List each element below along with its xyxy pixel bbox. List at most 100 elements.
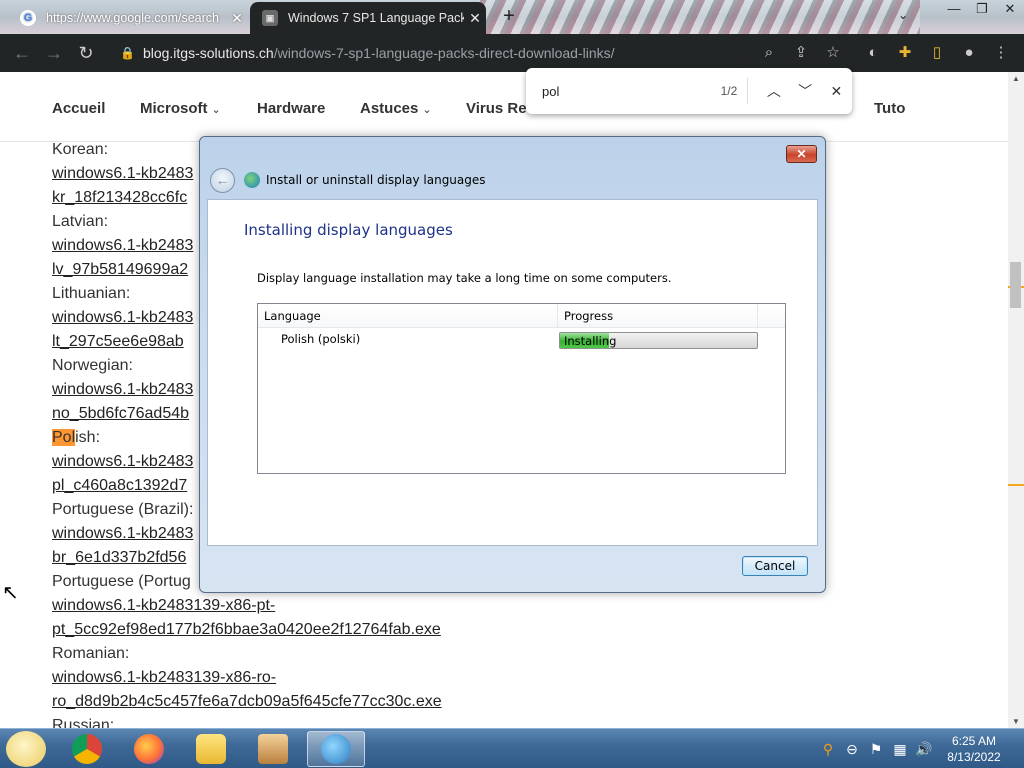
tab-language-packs[interactable]: ▣ Windows 7 SP1 Language Packs ✕: [250, 2, 486, 34]
minimize-icon[interactable]: —: [940, 0, 968, 18]
chevron-down-icon: ⌄: [422, 104, 432, 116]
chevron-down-icon: ⌄: [211, 104, 221, 116]
taskbar-chrome[interactable]: [58, 731, 116, 767]
forward-arrow-icon[interactable]: →: [42, 41, 66, 65]
nav-item-tuto[interactable]: Tuto: [874, 100, 905, 117]
close-window-icon[interactable]: ✕: [996, 0, 1024, 18]
flag-tray-icon[interactable]: ⚑: [864, 741, 888, 758]
find-match-count: 1/2: [720, 84, 738, 98]
mouse-pointer-icon: ↖: [2, 582, 19, 604]
find-next-chevron-down-icon[interactable]: ﹀: [790, 81, 821, 101]
back-arrow-icon[interactable]: ←: [10, 41, 34, 65]
extensions-puzzle-icon[interactable]: ✚: [894, 42, 916, 64]
cancel-button[interactable]: Cancel: [742, 556, 808, 576]
restore-icon[interactable]: ❐: [968, 0, 996, 18]
find-close-icon[interactable]: ✕: [821, 83, 852, 100]
clock-date: 8/13/2022: [947, 750, 1001, 764]
site-favicon-icon: ▣: [262, 10, 278, 26]
users-icon: [196, 734, 226, 764]
download-link[interactable]: windows6.1-kb2483139-x86-pt-: [52, 594, 1002, 618]
progress-bar: Installing: [559, 332, 758, 349]
column-header-progress[interactable]: Progress: [558, 304, 758, 327]
network-tray-icon[interactable]: ▦: [888, 741, 912, 758]
nav-label: Tuto: [874, 100, 906, 117]
install-languages-dialog: ✕ ← Install or uninstall display languag…: [199, 136, 826, 593]
browser-tabstrip: G https://www.google.com/search ✕ ▣ Wind…: [0, 0, 1024, 34]
find-input[interactable]: pol: [542, 84, 698, 99]
find-in-page-icon[interactable]: ⌕: [758, 42, 780, 64]
find-previous-chevron-up-icon[interactable]: ︿: [758, 81, 789, 101]
column-header-language[interactable]: Language: [258, 304, 558, 327]
side-panel-icon[interactable]: ▯: [926, 42, 948, 64]
find-highlight: Pol: [52, 429, 76, 446]
profile-avatar-icon[interactable]: ●: [958, 42, 980, 64]
dialog-description: Display language installation may take a…: [257, 271, 672, 285]
download-link[interactable]: pt_5cc92ef98ed177b2f6bbae3a0420ee2f12764…: [52, 618, 1002, 642]
nav-item-microsoft[interactable]: Microsoft ⌄: [140, 100, 221, 117]
back-arrow-icon[interactable]: ←: [210, 168, 235, 193]
nav-item-hardware[interactable]: Hardware: [257, 100, 325, 117]
dialog-window-title: Install or uninstall display languages: [266, 173, 486, 187]
taskbar-clock[interactable]: 6:25 AM 8/13/2022: [938, 733, 1010, 765]
nav-label: Microsoft: [140, 100, 208, 117]
url-path: /windows-7-sp1-language-packs-direct-dow…: [273, 45, 615, 61]
download-link[interactable]: windows6.1-kb2483139-x86-ro-: [52, 666, 1002, 690]
nav-label: Accueil: [52, 100, 106, 117]
progress-status: Installing: [564, 334, 617, 348]
nav-item-accueil[interactable]: Accueil: [52, 100, 105, 117]
language-progress-list: Language Progress Polish (polski) Instal…: [257, 303, 786, 474]
list-header: Language Progress: [258, 304, 785, 328]
chrome-icon: [72, 734, 102, 764]
nav-item-virus[interactable]: Virus Re: [466, 100, 527, 117]
list-item: Polish (polski) Installing: [258, 329, 785, 351]
scroll-up-arrow-icon[interactable]: ▲: [1012, 74, 1020, 83]
volume-tray-icon[interactable]: 🔊: [912, 741, 936, 758]
nav-label: Hardware: [257, 100, 326, 117]
download-link[interactable]: ro_d8d9b2b4c5c457fe6a7dcb09a5f645cfe77cc…: [52, 690, 1002, 714]
tab-title: https://www.google.com/search: [46, 11, 219, 25]
find-bar: pol 1/2 ︿ ﹀ ✕: [526, 68, 852, 114]
language-installer-icon: [321, 734, 351, 764]
scroll-down-arrow-icon[interactable]: ▼: [1012, 717, 1020, 726]
start-orb-icon[interactable]: [6, 731, 46, 767]
browser-toolbar: ← → ↻ 🔒 blog.itgs-solutions.ch /windows-…: [0, 34, 1024, 72]
desktop-screen: G https://www.google.com/search ✕ ▣ Wind…: [0, 0, 1024, 768]
language-name: Polish (polski): [281, 332, 361, 346]
taskbar-language-installer[interactable]: [307, 731, 365, 767]
reload-icon[interactable]: ↻: [74, 41, 98, 65]
nav-label: Virus Re: [466, 100, 527, 117]
scrollbar-thumb[interactable]: [1010, 262, 1021, 308]
label-text: ish:: [75, 429, 101, 446]
new-tab-button[interactable]: +: [498, 6, 520, 28]
tab-search-chevron-icon[interactable]: ⌄: [898, 8, 908, 22]
dialog-close-button[interactable]: ✕: [786, 145, 817, 163]
windows-taskbar: ⚲ ⊖ ⚑ ▦ 🔊 6:25 AM 8/13/2022: [0, 728, 1024, 768]
site-navigation: Accueil Microsoft ⌄ Hardware Astuces ⌄ Vir…: [0, 72, 1008, 142]
dialog-content: Installing display languages Display lan…: [207, 199, 818, 546]
find-divider: [747, 78, 749, 104]
clock-time: 6:25 AM: [951, 734, 997, 748]
page-scrollbar[interactable]: ▲ ▼: [1008, 72, 1024, 728]
google-g-icon: G: [20, 10, 36, 26]
address-bar[interactable]: 🔒 blog.itgs-solutions.ch /windows-7-sp1-…: [110, 39, 750, 67]
taskbar-package[interactable]: [244, 731, 302, 767]
theme-artwork: [480, 0, 920, 34]
window-controls: — ❐ ✕: [940, 0, 1024, 20]
tab-close-icon[interactable]: ✕: [464, 10, 486, 27]
bookmark-star-icon[interactable]: ☆: [822, 42, 844, 64]
firefox-icon: [134, 734, 164, 764]
tab-title: Windows 7 SP1 Language Packs: [288, 11, 464, 25]
taskbar-firefox[interactable]: [120, 731, 178, 767]
menu-kebab-icon[interactable]: ⋮: [990, 42, 1012, 64]
minus-tray-icon[interactable]: ⊖: [840, 741, 864, 758]
nav-label: Astuces: [360, 100, 419, 117]
nav-item-astuces[interactable]: Astuces ⌄: [360, 100, 432, 117]
flag-extension-icon[interactable]: ◐: [862, 42, 884, 64]
search-tray-icon[interactable]: ⚲: [816, 741, 840, 758]
tab-close-icon[interactable]: ✕: [226, 10, 248, 27]
language-globe-icon: [244, 172, 260, 188]
share-icon[interactable]: ⇪: [790, 42, 812, 64]
package-icon: [258, 734, 288, 764]
tab-google-search[interactable]: G https://www.google.com/search ✕: [8, 2, 248, 34]
taskbar-users[interactable]: [182, 731, 240, 767]
